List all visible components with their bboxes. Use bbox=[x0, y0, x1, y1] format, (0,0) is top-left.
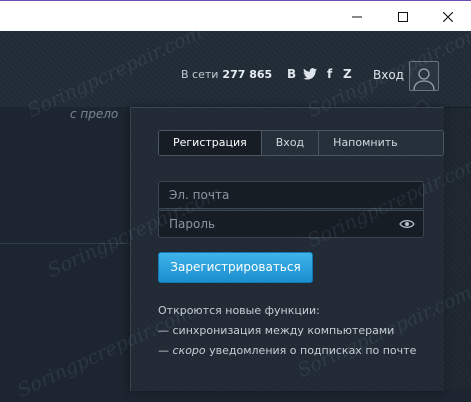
eye-icon[interactable] bbox=[399, 219, 415, 229]
maximize-icon bbox=[398, 11, 408, 22]
email-field[interactable]: Эл. почта bbox=[158, 181, 424, 209]
features-info: Откроются новые функции: — синхронизация… bbox=[158, 301, 416, 361]
user-avatar-button[interactable] bbox=[409, 61, 439, 91]
background-panel bbox=[0, 107, 130, 244]
facebook-icon: f bbox=[327, 67, 333, 81]
app-content: В сети 277 865 B f Z Вход с прело Регист… bbox=[0, 22, 471, 402]
close-button[interactable] bbox=[425, 2, 471, 31]
password-field[interactable]: Пароль bbox=[158, 210, 424, 238]
auth-popover: Регистрация Вход Напомнить пароль Эл. по… bbox=[130, 107, 444, 391]
minimize-button[interactable] bbox=[334, 2, 380, 31]
email-placeholder: Эл. почта bbox=[169, 188, 230, 202]
user-avatar-icon bbox=[413, 68, 435, 90]
zen-link[interactable]: Z bbox=[343, 67, 352, 81]
popover-arrow bbox=[414, 99, 430, 107]
tab-remind-password[interactable]: Напомнить пароль bbox=[319, 131, 443, 155]
background-panel-lower bbox=[0, 244, 130, 389]
close-icon bbox=[443, 11, 453, 22]
minimize-icon bbox=[352, 16, 362, 17]
auth-tabs: Регистрация Вход Напомнить пароль bbox=[158, 130, 444, 156]
zen-icon: Z bbox=[343, 67, 352, 81]
online-counter: В сети 277 865 bbox=[181, 68, 272, 81]
window-titlebar bbox=[0, 0, 471, 32]
tab-login[interactable]: Вход bbox=[261, 131, 320, 155]
vk-icon: B bbox=[287, 67, 297, 81]
twitter-link[interactable] bbox=[303, 67, 317, 81]
online-count: 277 865 bbox=[222, 68, 273, 81]
soon-label: скоро bbox=[172, 344, 206, 357]
feature-notifications: — скоро уведомления о подписках по почте bbox=[158, 344, 417, 357]
tab-register[interactable]: Регистрация bbox=[159, 131, 262, 155]
online-label: В сети bbox=[181, 68, 219, 81]
vk-link[interactable]: B bbox=[287, 67, 296, 81]
twitter-icon bbox=[303, 68, 317, 80]
facebook-link[interactable]: f bbox=[327, 67, 332, 81]
maximize-button[interactable] bbox=[380, 2, 426, 31]
feature-sync: — синхронизация между компьютерами bbox=[158, 324, 395, 337]
top-bar: В сети 277 865 B f Z Вход bbox=[0, 31, 471, 108]
register-button[interactable]: Зарегистрироваться bbox=[158, 252, 313, 283]
background-partial-text: с прело bbox=[70, 107, 119, 121]
password-placeholder: Пароль bbox=[169, 217, 216, 231]
features-title: Откроются новые функции: bbox=[158, 304, 320, 317]
login-link[interactable]: Вход bbox=[373, 68, 404, 82]
